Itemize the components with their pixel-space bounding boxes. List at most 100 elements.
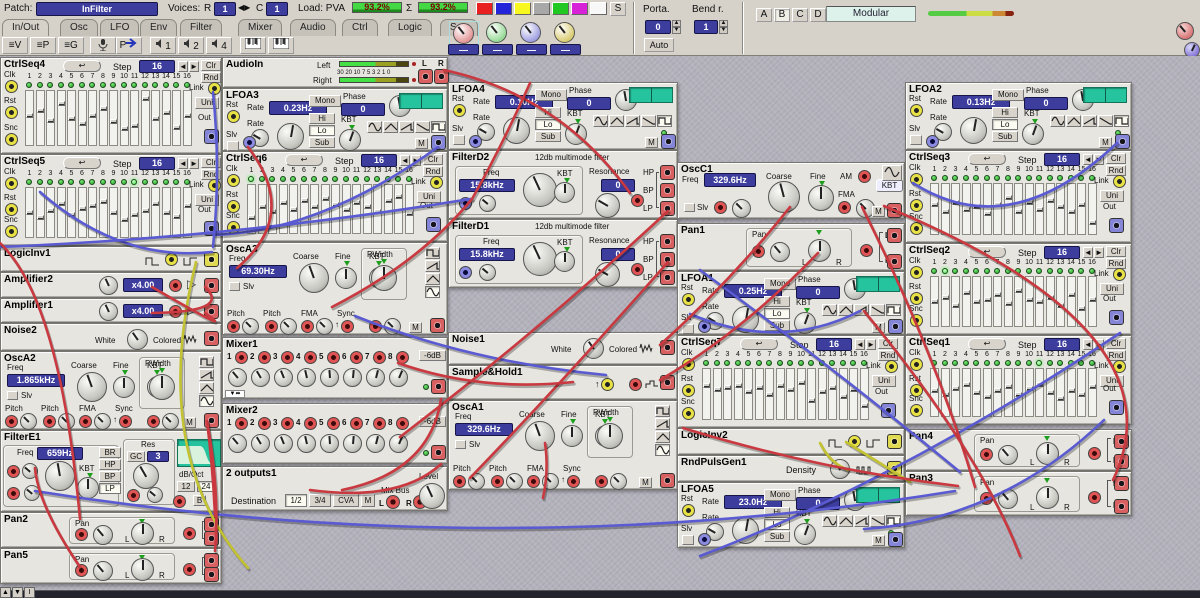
clock-input-jack[interactable] <box>601 378 614 391</box>
step-slider[interactable] <box>983 276 992 327</box>
mute-button[interactable]: M <box>639 477 652 488</box>
pan-knob[interactable] <box>131 522 154 545</box>
step-slider[interactable] <box>776 368 785 420</box>
module-lfoa3[interactable]: LFOA3RstRate0.23HzMonoPhase0HiLoSubKBTRa… <box>222 88 448 151</box>
audio-input-jack[interactable] <box>860 244 873 257</box>
freq-mod-input-jack[interactable] <box>459 197 472 210</box>
channel-4-input-jack[interactable] <box>304 417 317 430</box>
swatch-0[interactable] <box>476 2 493 15</box>
channel-5-input-jack[interactable] <box>327 417 340 430</box>
module-logicinv2[interactable]: LogicInv2 <box>677 428 905 455</box>
freq-value-box[interactable]: 15.8kHz <box>459 179 515 192</box>
logic-out-jack[interactable] <box>204 252 219 267</box>
step-slider[interactable] <box>1077 183 1086 235</box>
pw-input-jack[interactable] <box>595 475 608 488</box>
freq-value-box[interactable]: 1.865kHz <box>7 374 65 387</box>
lfo-out-jack[interactable] <box>431 135 446 150</box>
step-slider[interactable] <box>1025 276 1034 327</box>
level-knob[interactable] <box>419 483 445 509</box>
fma-knob[interactable] <box>316 318 333 335</box>
step-slider[interactable] <box>962 276 971 327</box>
channel-7-input-jack[interactable] <box>373 417 386 430</box>
random-button[interactable]: Rnd <box>423 166 443 177</box>
out-jack[interactable] <box>426 217 441 232</box>
speaker-2-icon[interactable]: 2 <box>178 37 204 54</box>
lo-button[interactable]: Lo <box>764 308 790 319</box>
loop-direction-button[interactable]: ↩ <box>63 157 101 169</box>
freq-knob[interactable] <box>523 242 557 276</box>
wave-r-button[interactable] <box>854 304 869 316</box>
mute-button[interactable]: M <box>872 206 885 217</box>
step-slider[interactable] <box>289 184 298 234</box>
module-pan3[interactable]: Pan3PanLRLR <box>905 471 1132 516</box>
loop-direction-button[interactable]: ↩ <box>63 60 101 72</box>
wave-t-button[interactable] <box>655 431 670 443</box>
lo-button[interactable]: Lo <box>992 119 1018 130</box>
wave-t-button[interactable] <box>425 273 440 285</box>
fma-knob[interactable] <box>542 473 559 490</box>
step-slider[interactable] <box>972 368 981 417</box>
pan-mod-jack[interactable] <box>752 245 765 258</box>
loop-direction-button[interactable]: ↩ <box>740 338 778 350</box>
step-slider[interactable] <box>1004 183 1013 235</box>
porta-value[interactable]: 0 <box>645 20 671 34</box>
mute-button[interactable]: M <box>183 417 196 428</box>
snc-output-jack[interactable] <box>5 225 18 238</box>
rst-input-jack[interactable] <box>5 106 18 119</box>
slave-input-jack[interactable] <box>243 136 256 149</box>
step-inc-button[interactable]: ► <box>411 155 421 166</box>
step-slider[interactable] <box>342 184 351 234</box>
loop-direction-button[interactable]: ↩ <box>285 154 323 166</box>
step-slider[interactable] <box>1014 276 1023 327</box>
channel-6-input-jack[interactable] <box>350 351 363 364</box>
speaker-1-icon[interactable]: 1 <box>150 37 176 54</box>
step-slider[interactable] <box>1035 368 1044 417</box>
step-slider[interactable] <box>702 368 711 420</box>
channel-7-knob[interactable] <box>366 368 385 387</box>
pwidth-knob[interactable] <box>597 423 623 449</box>
clk-input-jack[interactable] <box>910 173 923 186</box>
step-slider[interactable] <box>99 187 108 238</box>
step-slider[interactable] <box>247 184 256 234</box>
module-ctrlseq2[interactable]: CtrlSeq2↩Step16◄►ClrRndClkRstSnc12345678… <box>905 243 1132 335</box>
module-pan4[interactable]: Pan4PanLRLR <box>905 429 1132 471</box>
wave-r-button[interactable] <box>399 121 414 133</box>
pan-knob[interactable] <box>808 239 831 262</box>
module-ctrlseq3[interactable]: CtrlSeq3↩Step16◄►ClrRndClkRstSnc12345678… <box>905 150 1132 243</box>
left-out-jack[interactable] <box>1114 476 1129 491</box>
loop-direction-button[interactable]: ↩ <box>968 338 1006 350</box>
lfo-out-jack[interactable] <box>1115 134 1130 149</box>
step-slider[interactable] <box>46 90 55 146</box>
loop-direction-button[interactable]: ↩ <box>968 246 1006 258</box>
slv-button[interactable] <box>453 135 465 145</box>
clk-input-jack[interactable] <box>910 266 923 279</box>
random-button[interactable]: Rnd <box>1106 258 1126 269</box>
step-slider[interactable] <box>1046 183 1055 235</box>
channel-3-input-jack[interactable] <box>281 417 294 430</box>
uni-button[interactable]: Uni <box>195 97 219 109</box>
module-ctrlseq5[interactable]: CtrlSeq5↩Step16◄►ClrRndClkRstSnc12345678… <box>0 154 222 246</box>
gain-value-box[interactable]: x4.00 <box>123 278 163 292</box>
module-filterd1[interactable]: FilterD112db multimode filterFreq15.8kHz… <box>448 219 678 288</box>
audio-input-jack[interactable] <box>1088 447 1101 460</box>
snc-output-jack[interactable] <box>5 133 18 146</box>
step-slider[interactable] <box>993 183 1002 235</box>
freq-knob[interactable] <box>523 173 557 207</box>
clear-button[interactable]: Clr <box>201 157 221 168</box>
res-mod-knob[interactable] <box>147 487 163 503</box>
step-slider[interactable] <box>983 368 992 417</box>
wave-q-button[interactable] <box>886 304 901 316</box>
step-slider[interactable] <box>279 184 288 234</box>
snc-output-jack[interactable] <box>910 404 923 417</box>
channel-2-input-jack[interactable] <box>258 351 271 364</box>
slot-D-button[interactable]: D <box>810 8 826 22</box>
right-out-jack[interactable] <box>434 69 449 84</box>
freq-mod-input-jack[interactable] <box>459 266 472 279</box>
step-slider[interactable] <box>78 90 87 146</box>
osc-out-jack[interactable] <box>430 318 445 333</box>
step-slider[interactable] <box>130 90 139 146</box>
module-lfoa5[interactable]: LFOA5RstRate23.0HzMonoPhase0HiLoSubKBTRa… <box>677 482 905 548</box>
wave-q-button[interactable] <box>425 247 440 259</box>
step-slider[interactable] <box>849 368 858 420</box>
tab-env[interactable]: Env <box>140 19 177 36</box>
